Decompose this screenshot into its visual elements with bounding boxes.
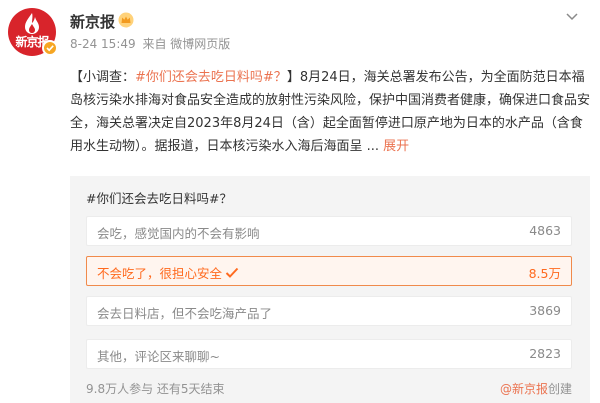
poll-option-label-wrap: 不会吃了，很担心安全 <box>97 263 239 282</box>
poll-creator-info: @新京报创建 <box>500 380 572 397</box>
chevron-down-icon[interactable] <box>564 8 580 24</box>
post-header: 新京报 新京报 8-24 15:49 来自 微博网页版 <box>0 0 600 60</box>
crown-icon <box>118 12 134 28</box>
post-date[interactable]: 8-24 15:49 <box>70 37 136 51</box>
poll-creator-link[interactable]: @新京报 <box>500 382 548 396</box>
post-meta: 8-24 15:49 来自 微博网页版 <box>70 35 233 52</box>
post-tag: 【小调查： <box>70 70 136 85</box>
poll-option-count: 2823 <box>529 346 561 361</box>
post-source: 来自 微博网页版 <box>142 37 231 51</box>
poll-option-label: 其他，评论区来聊聊~ <box>97 349 220 364</box>
poll-card: #你们还会去吃日料吗#？ 会吃，感觉国内的不会有影响 4863 不会吃了，很担心… <box>70 176 590 403</box>
hashtag-link[interactable]: #你们还会去吃日料吗#？ <box>135 70 287 85</box>
poll-created-label: 创建 <box>547 382 572 396</box>
poll-option-count: 8.5万 <box>528 266 561 281</box>
poll-option[interactable]: 其他，评论区来聊聊~ 2823 <box>86 339 572 369</box>
poll-option-count: 3869 <box>529 303 561 318</box>
poll-option-selected[interactable]: 不会吃了，很担心安全 8.5万 <box>86 256 572 286</box>
poll-option-label: 会去日料店，但不会吃海产品了 <box>97 306 273 321</box>
poll-participants: 9.8万人参与 <box>86 382 154 396</box>
poll-stats: 9.8万人参与 还有5天结束 <box>86 380 225 397</box>
poll-option-label: 不会吃了，很担心安全 <box>97 266 223 281</box>
author-name[interactable]: 新京报 <box>70 11 115 32</box>
poll-remaining: 还有5天结束 <box>156 382 225 396</box>
poll-option-label: 会吃，感觉国内的不会有影响 <box>97 226 260 241</box>
poll-question: #你们还会去吃日料吗#？ <box>86 191 232 206</box>
expand-link[interactable]: 展开 <box>383 139 409 154</box>
poll-option-count: 4863 <box>529 223 561 238</box>
verified-badge-icon <box>42 40 58 56</box>
poll-option[interactable]: 会去日料店，但不会吃海产品了 3869 <box>86 296 572 326</box>
check-icon <box>225 267 239 278</box>
poll-option[interactable]: 会吃，感觉国内的不会有影响 4863 <box>86 216 572 246</box>
post-text: 【小调查：#你们还会去吃日料吗#？】8月24日，海关总署发布公告，为全面防范日本… <box>70 66 590 158</box>
